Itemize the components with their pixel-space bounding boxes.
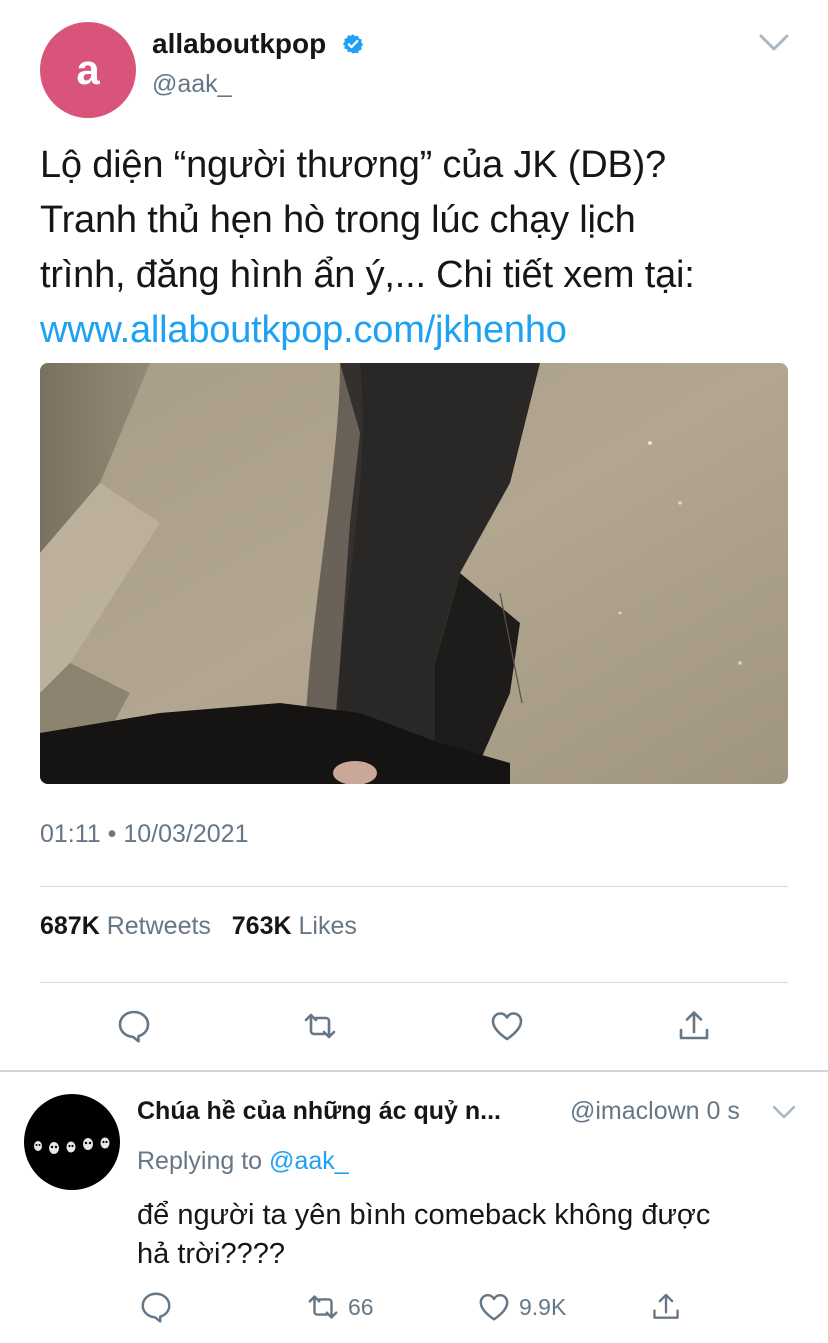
retweet-icon[interactable] [302, 1008, 338, 1044]
reply-like-count: 9.9K [519, 1293, 567, 1320]
tweet-photo[interactable] [40, 363, 788, 784]
replying-to: Replying to @aak_ [137, 1147, 349, 1176]
author-display-name[interactable]: allaboutkpop [152, 28, 326, 60]
avatar-letter: a [76, 46, 100, 93]
tweet-text-line: Lộ diện “người thương” của JK (DB)? [40, 144, 666, 186]
replying-handle-link[interactable]: @aak_ [269, 1147, 349, 1175]
reply-handle-time[interactable]: @imaclown 0 s [570, 1097, 740, 1126]
thread-separator [0, 1070, 828, 1072]
tweet-text-line: Tranh thủ hẹn hò trong lúc chạy lịch [40, 199, 636, 241]
tweet-link[interactable]: www.allaboutkpop.com/jkhenho [40, 303, 800, 358]
retweets-stat[interactable]: 687K Retweets [40, 912, 211, 940]
tweet-stats: 687K Retweets 763K Likes [40, 912, 357, 941]
reply-share-action[interactable] [650, 1290, 682, 1324]
share-icon [653, 1293, 679, 1319]
reply-author-name[interactable]: Chúa hề của những ác quỷ n... [137, 1097, 501, 1126]
likes-label: Likes [298, 912, 357, 940]
tweet-timestamp: 01:11 • 10/03/2021 [40, 820, 249, 848]
replying-prefix: Replying to [137, 1147, 263, 1175]
reply-retweet-count: 66 [348, 1293, 374, 1320]
reply-text-line: hả trời???? [137, 1238, 286, 1270]
reply-reply-action[interactable] [139, 1290, 173, 1324]
tweet-header: a allaboutkpop @aak_ [40, 22, 790, 118]
author-handle[interactable]: @aak_ [152, 70, 232, 99]
divider [40, 886, 788, 887]
reply-retweet-action[interactable]: 66 [306, 1290, 374, 1324]
reply-text-line: để người ta yên bình comeback không được [137, 1199, 711, 1231]
skulls-image [34, 1137, 110, 1154]
share-icon[interactable] [676, 1008, 712, 1044]
likes-count: 763K [231, 912, 292, 940]
tweet-text: Lộ diện “người thương” của JK (DB)? Tran… [40, 138, 800, 358]
avatar[interactable]: a [40, 22, 136, 118]
reply-like-action[interactable]: 9.9K [477, 1290, 566, 1324]
reply-icon [141, 1292, 171, 1323]
chevron-down-icon[interactable] [758, 32, 790, 54]
tweet-text-line: trình, đăng hình ẩn ý,... Chi tiết xem t… [40, 254, 695, 296]
photo-image [40, 363, 788, 784]
likes-stat[interactable]: 763K Likes [232, 912, 357, 940]
heart-icon [479, 1293, 509, 1321]
reply-text: để người ta yên bình comeback không được… [137, 1196, 797, 1274]
retweet-icon [308, 1295, 338, 1319]
heart-icon[interactable] [489, 1008, 525, 1044]
retweets-label: Retweets [106, 912, 211, 940]
divider [40, 982, 788, 983]
reply-icon[interactable] [116, 1008, 152, 1044]
reply-avatar[interactable] [24, 1094, 120, 1190]
verified-badge-icon [342, 34, 364, 54]
chevron-down-icon[interactable] [772, 1104, 796, 1122]
retweets-count: 687K [40, 912, 100, 940]
